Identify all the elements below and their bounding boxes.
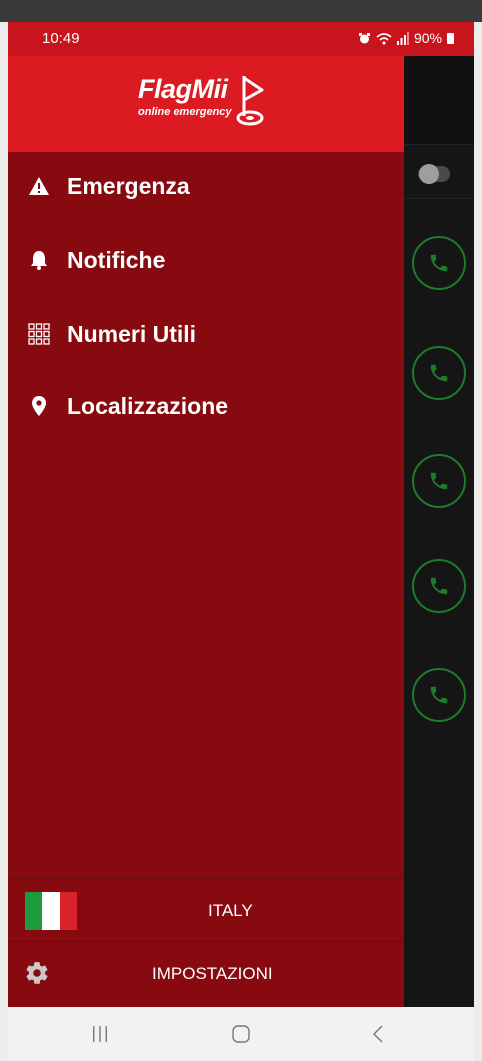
phone-screen: 10:49 90% FlagMii online emergency Emerg… [8, 22, 474, 1007]
app-logo: FlagMii online emergency [138, 74, 278, 134]
logo-tagline: online emergency [138, 106, 232, 118]
home-icon [232, 1025, 250, 1043]
call-button[interactable] [412, 454, 466, 508]
signal-icon [396, 31, 409, 45]
back-icon [373, 1025, 383, 1043]
menu-item-label: Localizzazione [67, 392, 229, 419]
call-button[interactable] [412, 559, 466, 613]
gear-icon [26, 962, 48, 984]
logo-name: FlagMii [138, 74, 228, 104]
grid-icon [26, 321, 52, 347]
background-app [404, 56, 474, 1007]
phone-icon [430, 686, 448, 704]
call-button[interactable] [412, 346, 466, 400]
status-bar: 10:49 90% [8, 22, 474, 56]
phone-icon [430, 364, 448, 382]
phone-icon [430, 472, 448, 490]
call-button[interactable] [412, 668, 466, 722]
menu-item-localizzazione[interactable]: Localizzazione [8, 378, 404, 434]
menu-item-label: Notifiche [67, 246, 166, 273]
background-header [404, 56, 474, 145]
wifi-icon [376, 32, 392, 44]
drawer-header: FlagMii online emergency [8, 56, 404, 152]
phone-icon [430, 577, 448, 595]
back-button[interactable] [358, 1017, 398, 1051]
battery-percent: 90% [413, 30, 442, 46]
recent-apps-icon [93, 1026, 107, 1042]
location-pin-icon [26, 393, 52, 419]
toggle-switch[interactable] [418, 164, 450, 184]
phone-icon [430, 254, 448, 272]
window-top-bar [0, 0, 482, 22]
bell-icon [26, 247, 52, 273]
flag-logo-icon [236, 76, 264, 126]
alarm-icon [358, 32, 370, 43]
home-button[interactable] [221, 1017, 261, 1051]
menu-item-label: Numeri Utili [67, 320, 197, 347]
call-button[interactable] [412, 236, 466, 290]
menu-item-emergenza[interactable]: Emergenza [8, 158, 404, 214]
status-icons: 90% [358, 30, 454, 46]
battery-icon [447, 32, 454, 44]
recent-apps-button[interactable] [80, 1017, 120, 1051]
divider [404, 198, 474, 199]
navigation-drawer: FlagMii online emergency Emergenza Notif… [8, 56, 404, 1007]
menu-item-label: Emergenza [67, 172, 190, 199]
divider [8, 878, 404, 879]
country-selector[interactable]: ITALY [8, 880, 404, 940]
country-label: ITALY [208, 901, 253, 920]
settings-button[interactable]: IMPOSTAZIONI [8, 942, 404, 1004]
settings-label: IMPOSTAZIONI [152, 964, 273, 983]
system-navigation-bar [8, 1007, 474, 1061]
status-time: 10:49 [42, 30, 80, 47]
italy-flag-icon [25, 892, 77, 930]
warning-icon [26, 173, 52, 199]
menu-item-numeri-utili[interactable]: Numeri Utili [8, 306, 404, 362]
menu-item-notifiche[interactable]: Notifiche [8, 232, 404, 288]
